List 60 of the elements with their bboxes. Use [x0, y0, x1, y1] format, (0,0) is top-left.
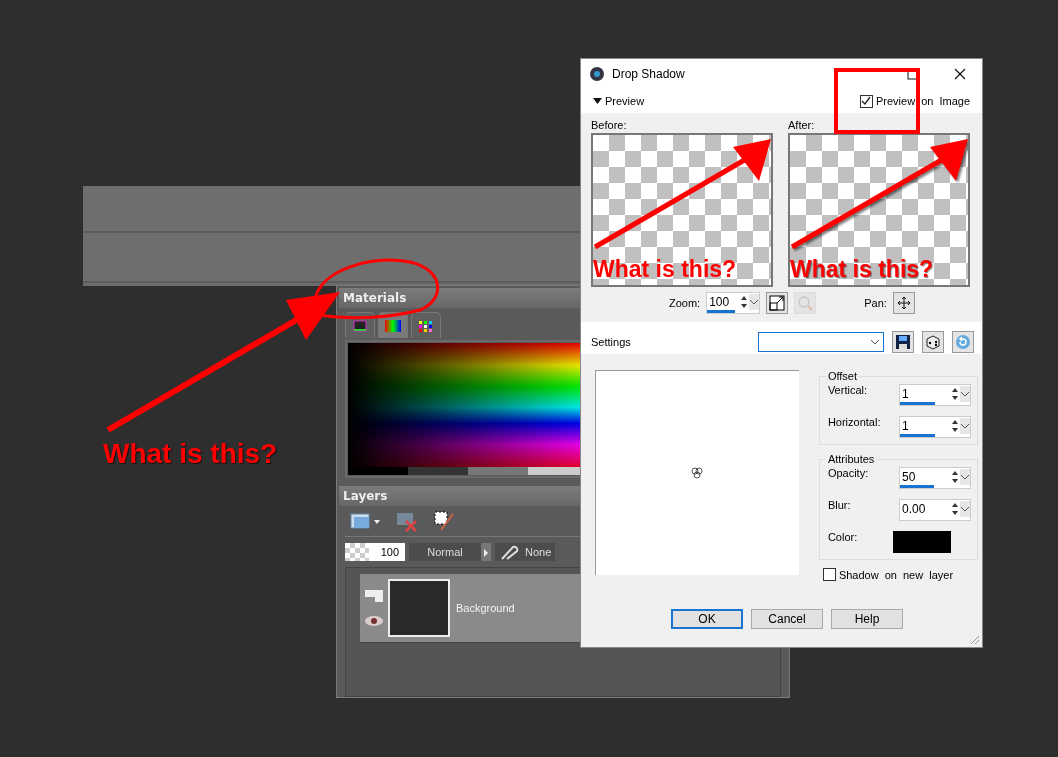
group-title: Attributes	[826, 453, 876, 465]
blend-mode-dropdown[interactable]: Normal	[409, 543, 481, 561]
settings-label: Settings	[591, 336, 631, 348]
magnifier-icon	[797, 295, 814, 311]
fit-button[interactable]	[766, 292, 789, 314]
preview-caption: What is this?	[790, 256, 934, 283]
save-button[interactable]	[892, 331, 914, 353]
checkbox-label: Preview on Image	[875, 95, 970, 107]
spectrum-icon	[385, 319, 401, 332]
pan-label: Pan:	[864, 297, 887, 309]
mask-button[interactable]: None	[495, 543, 556, 561]
checkbox-label: Shadow on new layer	[838, 568, 954, 581]
field-label: Color:	[827, 531, 858, 543]
preview-caption: What is this?	[593, 256, 737, 283]
preview-label: After:	[788, 119, 816, 131]
preview-toggle[interactable]: Preview	[593, 95, 645, 107]
preview-label: Before:	[591, 119, 628, 131]
dice-icon	[925, 334, 941, 350]
materials-tab[interactable]	[411, 312, 441, 338]
expand-triangle-icon	[593, 98, 602, 104]
close-icon[interactable]	[954, 68, 966, 80]
field-label: Blur:	[827, 499, 851, 511]
field-label: Horizontal:	[827, 416, 881, 428]
number-field[interactable]: 50	[899, 467, 971, 489]
opacity-field[interactable]: 100	[345, 543, 405, 561]
settings-dropdown[interactable]	[758, 332, 884, 352]
dialog-button[interactable]: Help	[831, 609, 903, 629]
crosshair-icon	[690, 466, 705, 480]
group-title: Offset	[826, 370, 859, 382]
link-icon	[499, 543, 519, 561]
annotation-text: What is this?	[103, 438, 278, 470]
number-field[interactable]: 0.00	[899, 499, 971, 521]
layer-thumbnail	[388, 579, 450, 637]
field-label: Vertical:	[827, 384, 867, 396]
resize-grip-icon[interactable]	[970, 635, 980, 645]
dialog-button[interactable]: OK	[671, 609, 743, 629]
swatches-icon	[418, 319, 434, 332]
randomize-button[interactable]	[922, 331, 944, 353]
color-swatch[interactable]	[893, 531, 951, 553]
eye-icon[interactable]	[364, 615, 384, 627]
pan-button[interactable]	[892, 292, 915, 314]
number-field[interactable]: 1	[899, 384, 971, 406]
frame-icon	[353, 319, 367, 332]
new-layer-icon[interactable]	[349, 511, 381, 531]
layer-name: Background	[456, 602, 515, 614]
field-label: Opacity:	[827, 467, 869, 479]
move-icon	[897, 297, 910, 309]
zoom-label: Zoom:	[669, 297, 701, 309]
number-field[interactable]: 1	[899, 416, 971, 438]
window-title: Drop Shadow	[612, 67, 685, 81]
dialog-button[interactable]: Cancel	[751, 609, 823, 629]
app-icon	[589, 66, 605, 82]
checkbox[interactable]	[859, 94, 873, 108]
reset-button[interactable]	[952, 331, 974, 353]
selection-brush-icon[interactable]	[433, 510, 455, 532]
checkbox[interactable]	[822, 568, 836, 581]
zoom-field[interactable]: 100	[706, 292, 761, 314]
reset-icon	[955, 334, 971, 350]
resize-icon	[769, 295, 786, 311]
raster-layer-icon	[364, 589, 384, 603]
